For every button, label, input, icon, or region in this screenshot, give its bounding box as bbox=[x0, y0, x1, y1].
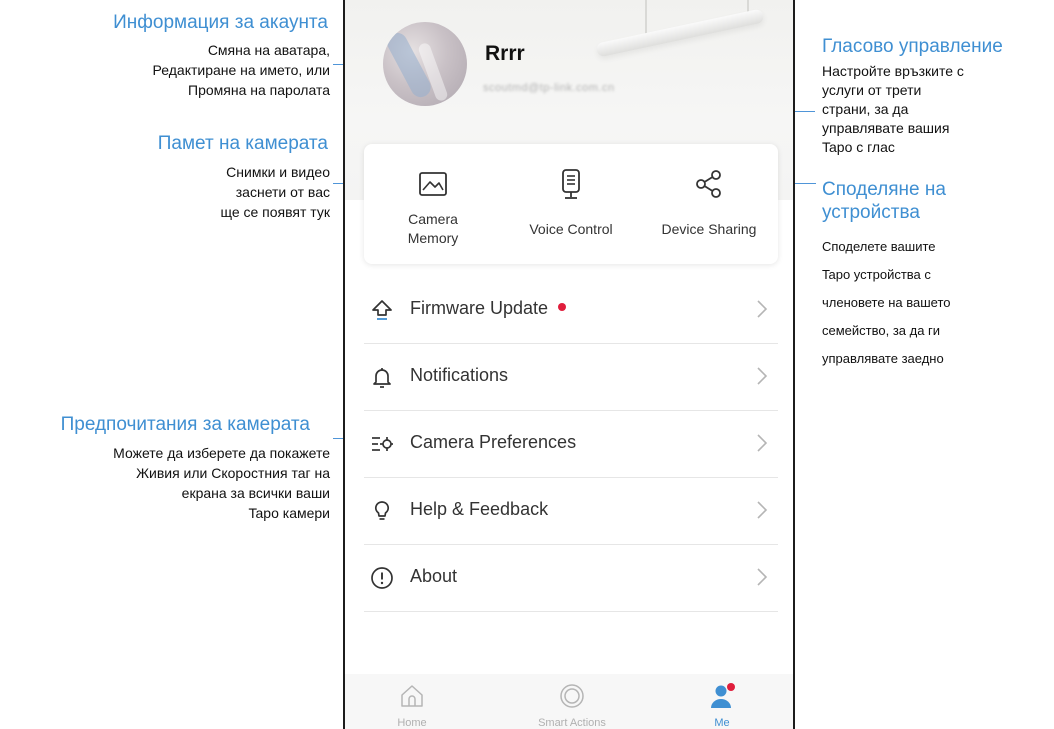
annotation-title: Информация за акаунта bbox=[113, 12, 328, 33]
feature-label: Device Sharing bbox=[661, 221, 757, 237]
upload-arrow-icon bbox=[372, 300, 392, 320]
menu-item-label: About bbox=[410, 566, 458, 586]
annotation-line: Промяна на паролата bbox=[188, 82, 330, 98]
lamp-wire bbox=[645, 0, 647, 34]
annotation-line: Смяна на аватара, bbox=[207, 42, 330, 58]
annotation-description: Смяна на аватара, Редактиране на името, … bbox=[153, 40, 330, 100]
home-icon bbox=[401, 685, 423, 707]
annotation-line: управлявате вашия bbox=[822, 120, 950, 136]
annotation-description: Снимки и видео заснети от вас ще се появ… bbox=[220, 162, 330, 222]
menu-item-camera-preferences[interactable]: Camera Preferences bbox=[364, 410, 778, 478]
feature-label: Voice Control bbox=[529, 221, 613, 237]
smart-actions-icon bbox=[560, 684, 584, 708]
username[interactable]: Rrrr bbox=[485, 42, 525, 66]
annotation-description: Можете да изберете да покажете Живия или… bbox=[113, 443, 330, 523]
smart-speaker-icon bbox=[562, 169, 580, 199]
chevron-right-icon bbox=[757, 300, 768, 318]
annotation-title: Гласово управление bbox=[822, 36, 1003, 57]
annotation-line: Tapo камери bbox=[248, 505, 330, 521]
tab-me[interactable]: Me bbox=[672, 674, 772, 729]
bell-icon bbox=[373, 368, 391, 388]
chevron-right-icon bbox=[757, 568, 768, 586]
annotation-line: заснети от вас bbox=[235, 184, 330, 200]
voice-control-button[interactable]: Voice Control bbox=[502, 144, 640, 264]
chevron-right-icon bbox=[757, 501, 768, 519]
annotation-line: екрана за всички ваши bbox=[181, 485, 330, 501]
annotation-line: Споделете вашите bbox=[822, 239, 936, 254]
menu-item-text: Firmware Update bbox=[410, 298, 549, 318]
tab-home[interactable]: Home bbox=[362, 674, 462, 729]
annotation-line: ще се появят тук bbox=[220, 204, 330, 220]
menu-item-label: Help & Feedback bbox=[410, 499, 549, 519]
device-sharing-button[interactable]: Device Sharing bbox=[640, 144, 778, 264]
feature-label-line: Memory bbox=[407, 230, 459, 246]
settings-sliders-icon bbox=[372, 437, 393, 451]
annotation-line: Tapo с глас bbox=[822, 139, 895, 155]
annotation-line: Живия или Скоростния таг на bbox=[136, 465, 330, 481]
menu-item-about[interactable]: About bbox=[364, 544, 778, 612]
annotation-title: Памет на камерата bbox=[157, 133, 328, 154]
lamp-decoration bbox=[595, 8, 765, 58]
lightbulb-icon bbox=[374, 501, 390, 520]
annotation-line: Снимки и видео bbox=[226, 164, 330, 180]
avatar[interactable] bbox=[383, 22, 467, 106]
feature-label: Camera Memory bbox=[364, 210, 502, 248]
menu-item-help-feedback[interactable]: Help & Feedback bbox=[364, 477, 778, 545]
annotation-line: членовете на вашето bbox=[822, 295, 951, 310]
annotation-line: семейство, за да ги bbox=[822, 323, 941, 338]
tab-label: Smart Actions bbox=[538, 717, 606, 729]
annotation-description: Настройте връзките с услуги от трети стр… bbox=[822, 62, 964, 157]
menu-item-label: Notifications bbox=[410, 365, 509, 385]
account-email: scoutmd@tp-link.com.cn bbox=[483, 82, 615, 94]
tab-label: Me bbox=[714, 717, 730, 729]
tab-label: Home bbox=[397, 717, 427, 729]
menu-item-label: Camera Preferences bbox=[410, 432, 577, 452]
annotation-line: услуги от трети bbox=[822, 82, 922, 98]
user-icon bbox=[711, 683, 735, 708]
bottom-tab-bar: Home Smart Actions Me bbox=[345, 674, 793, 729]
annotation-title-line: устройства bbox=[822, 202, 920, 223]
menu-item-label: Firmware Update bbox=[410, 298, 567, 319]
feature-card: Camera Memory Voice Control Device Shari… bbox=[364, 144, 778, 264]
annotation-line: Можете да изберете да покажете bbox=[113, 445, 330, 461]
menu-item-firmware-update[interactable]: Firmware Update bbox=[364, 276, 778, 344]
annotation-title: Предпочитания за камерата bbox=[60, 414, 310, 435]
annotation-title: Споделяне на устройства bbox=[822, 178, 946, 224]
share-icon bbox=[696, 170, 721, 198]
annotation-line: Настройте връзките с bbox=[822, 63, 964, 79]
update-badge-dot bbox=[558, 303, 567, 312]
menu-item-notifications[interactable]: Notifications bbox=[364, 343, 778, 411]
annotation-line: Редактиране на името, или bbox=[152, 62, 330, 78]
annotation-line: страни, за да bbox=[822, 101, 909, 117]
tab-smart-actions[interactable]: Smart Actions bbox=[522, 674, 622, 729]
annotation-line: управлявате заедно bbox=[822, 351, 944, 366]
photo-frame-icon bbox=[419, 172, 447, 196]
exclamation-circle-icon bbox=[371, 567, 393, 589]
feature-label-line: Camera bbox=[408, 211, 458, 227]
chevron-right-icon bbox=[757, 434, 768, 452]
camera-memory-button[interactable]: Camera Memory bbox=[364, 144, 502, 264]
annotation-line: Tapo устройства с bbox=[822, 267, 931, 282]
annotation-title-line: Споделяне на bbox=[822, 179, 946, 200]
phone-screen: Rrrr scoutmd@tp-link.com.cn Camera Memor… bbox=[343, 0, 795, 729]
annotation-description: Споделете вашите Tapo устройства с члено… bbox=[822, 233, 950, 373]
chevron-right-icon bbox=[757, 367, 768, 385]
